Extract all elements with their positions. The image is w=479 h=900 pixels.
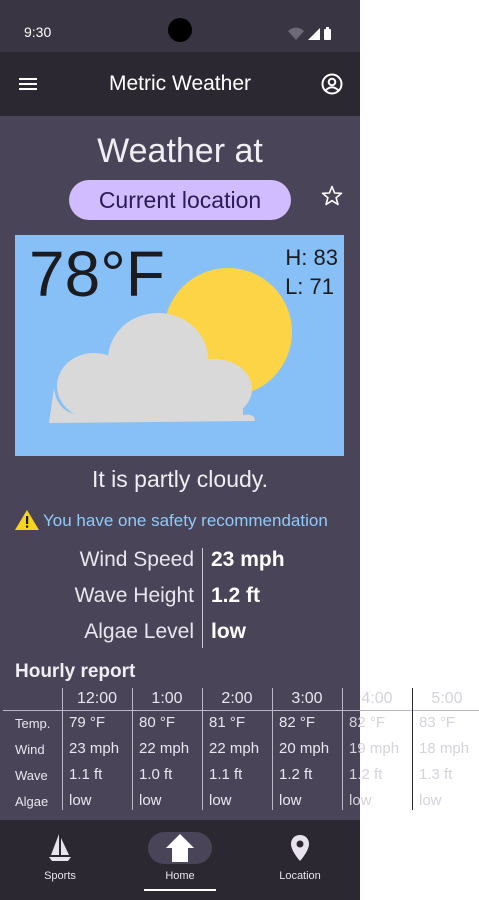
condition-text: It is partly cloudy. xyxy=(92,466,268,492)
hourly-time: 4:00 xyxy=(361,690,393,707)
hourly-temp-cell: 80 °F xyxy=(139,714,176,731)
metrics-divider xyxy=(202,548,203,648)
hourly-temp-cell: 79 °F xyxy=(69,714,106,731)
hourly-report-table[interactable]: Temp. Wind Wave Algae 12:00 79 °F 23 mph 1.… xyxy=(0,688,479,813)
hourly-report-title: Hourly report xyxy=(15,661,136,682)
location-chip[interactable]: Current location xyxy=(69,180,291,220)
wave-height-label: Wave Height xyxy=(74,584,194,607)
hourly-temp-cell: 81 °F xyxy=(209,714,246,731)
hourly-wave-cell: 1.3 ft xyxy=(419,766,453,783)
hourly-wind-cell: 22 mph xyxy=(139,740,190,757)
safety-recommendation-text: You have one safety recommendation xyxy=(43,511,328,530)
hourly-wind-cell: 20 mph xyxy=(279,740,330,757)
hourly-temp-cell: 82 °F xyxy=(349,714,386,731)
hourly-algae-cell: low xyxy=(69,792,92,809)
row-label-wave: Wave xyxy=(15,768,48,783)
hourly-wind-cell: 18 mph xyxy=(419,740,470,757)
hourly-column: 1:00 80 °F 22 mph 1.0 ft low xyxy=(132,688,202,810)
nav-location-label: Location xyxy=(279,870,321,882)
status-time: 9:30 xyxy=(24,24,52,40)
camera-cutout xyxy=(168,18,192,42)
hourly-column: 5:00 83 °F 18 mph 1.3 ft low xyxy=(412,688,479,810)
hourly-time: 3:00 xyxy=(291,690,323,707)
sailboat-icon xyxy=(49,834,71,861)
status-bar: 9:30 xyxy=(0,0,360,52)
algae-level-value: low xyxy=(211,620,246,643)
status-icons xyxy=(288,27,331,40)
row-label-temp: Temp. xyxy=(15,716,51,731)
hourly-temp-cell: 82 °F xyxy=(279,714,316,731)
hourly-column: 2:00 81 °F 22 mph 1.1 ft low xyxy=(202,688,272,810)
top-app-bar: Metric Weather xyxy=(0,52,360,116)
hourly-column: 3:00 82 °F 20 mph 1.2 ft low xyxy=(272,688,342,810)
nav-location[interactable]: Location xyxy=(240,820,360,900)
high-temperature: H: 83 xyxy=(285,245,338,270)
hourly-time: 5:00 xyxy=(431,690,463,707)
hourly-column: 12:00 79 °F 23 mph 1.1 ft low xyxy=(62,688,132,810)
hourly-algae-cell: low xyxy=(349,792,372,809)
nav-sports[interactable]: Sports xyxy=(0,820,120,900)
home-icon xyxy=(166,834,194,862)
low-temperature: L: 71 xyxy=(285,274,334,299)
location-heading: Weather at xyxy=(97,132,263,170)
hourly-algae-cell: low xyxy=(209,792,232,809)
hourly-time: 12:00 xyxy=(76,690,118,707)
hourly-wind-cell: 19 mph xyxy=(349,740,400,757)
hourly-wind-cell: 22 mph xyxy=(209,740,260,757)
row-label-wind: Wind xyxy=(15,742,45,757)
app-title: Metric Weather xyxy=(109,72,251,95)
wind-speed-value: 23 mph xyxy=(211,548,285,571)
current-temperature: 78°F xyxy=(29,238,165,310)
wind-speed-label: Wind Speed xyxy=(79,548,194,571)
nav-home[interactable]: Home xyxy=(120,820,240,900)
hourly-wave-cell: 1.1 ft xyxy=(209,766,243,783)
hourly-wave-cell: 1.2 ft xyxy=(279,766,313,783)
current-weather-card: 78°F H: 83 L: 71 xyxy=(15,235,344,456)
nav-sports-label: Sports xyxy=(44,870,76,882)
hourly-column: 4:00 82 °F 19 mph 1.2 ft low xyxy=(342,688,412,810)
wifi-icon xyxy=(288,27,304,40)
hourly-wave-cell: 1.1 ft xyxy=(69,766,103,783)
hourly-time: 2:00 xyxy=(221,690,253,707)
location-pin-icon xyxy=(291,835,309,861)
nav-home-underline xyxy=(144,889,216,891)
hourly-time: 1:00 xyxy=(151,690,183,707)
hourly-wind-cell: 23 mph xyxy=(69,740,120,757)
row-label-algae: Algae xyxy=(15,794,49,809)
star-outline-icon[interactable] xyxy=(320,184,344,208)
hourly-wave-cell: 1.2 ft xyxy=(349,766,383,783)
signal-icon xyxy=(308,28,320,40)
hourly-algae-cell: low xyxy=(139,792,162,809)
hourly-algae-cell: low xyxy=(419,792,442,809)
hourly-wave-cell: 1.0 ft xyxy=(139,766,173,783)
algae-level-label: Algae Level xyxy=(84,620,194,643)
bottom-navigation: Sports Home Location xyxy=(0,820,360,900)
account-circle-icon[interactable] xyxy=(320,72,344,96)
nav-home-label: Home xyxy=(165,870,195,882)
safety-recommendation-link[interactable]: You have one safety recommendation xyxy=(14,509,360,533)
wave-height-value: 1.2 ft xyxy=(211,584,261,607)
warning-icon xyxy=(15,510,39,530)
hourly-algae-cell: low xyxy=(279,792,302,809)
hourly-temp-cell: 83 °F xyxy=(419,714,456,731)
battery-icon xyxy=(324,29,331,40)
